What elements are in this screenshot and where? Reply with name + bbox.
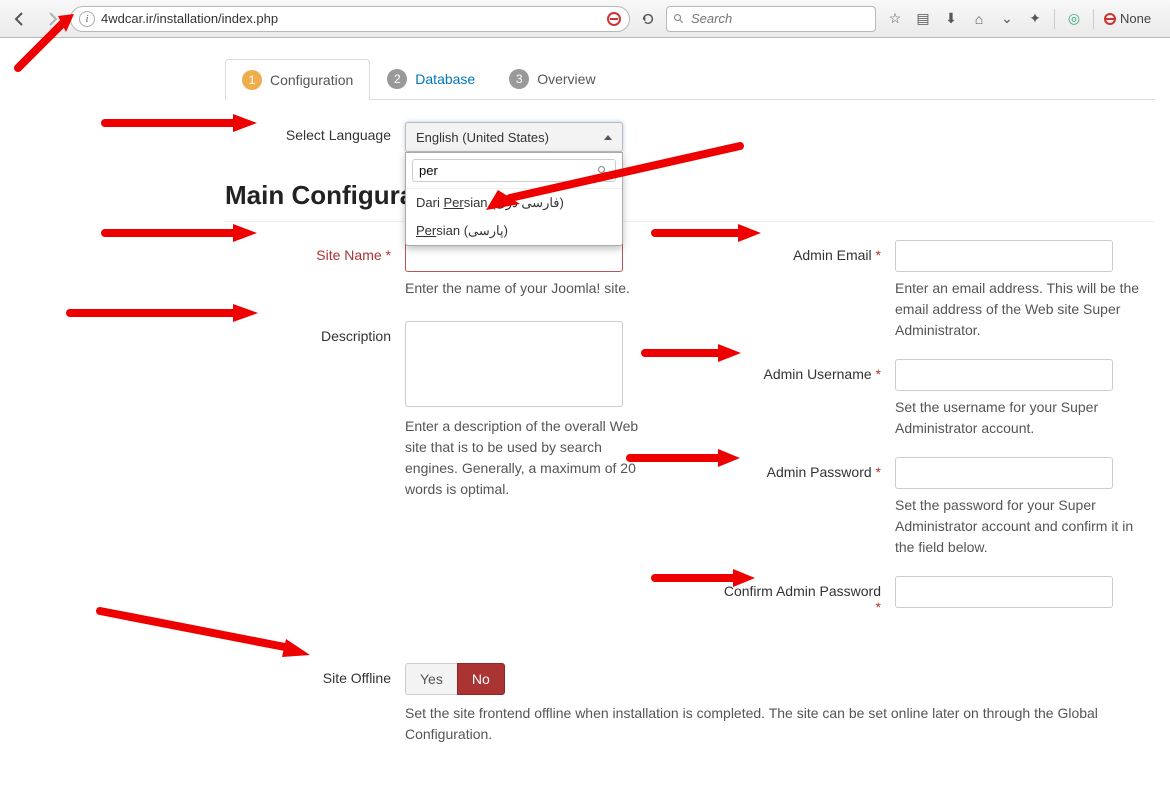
language-selected-value: English (United States) (416, 130, 549, 145)
site-offline-toggle: Yes No (405, 663, 1145, 695)
confirm-password-label: Confirm Admin Password * (715, 576, 895, 615)
language-select[interactable]: English (United States) (405, 122, 623, 152)
step-num-2: 2 (387, 69, 407, 89)
description-input[interactable] (405, 321, 623, 407)
step-label-1: Configuration (270, 72, 353, 88)
language-option-dari-persian[interactable]: Dari Persian (فارسی دری) (406, 189, 622, 217)
offline-no[interactable]: No (457, 663, 505, 695)
language-row: Select Language English (United States) … (225, 122, 1155, 152)
language-search-input[interactable] (419, 163, 597, 178)
home-icon[interactable]: ⌂ (970, 10, 988, 28)
stop-icon[interactable] (607, 12, 621, 26)
site-offline-row: Site Offline Yes No Set the site fronten… (225, 663, 1155, 745)
page-content: 1 Configuration 2 Database 3 Overview Se… (0, 38, 1170, 785)
admin-password-help: Set the password for your Super Administ… (895, 495, 1155, 558)
url-input[interactable] (101, 11, 601, 26)
language-search-box[interactable] (412, 159, 616, 182)
install-steps: 1 Configuration 2 Database 3 Overview (225, 58, 1155, 100)
page-title: Main Configuration (225, 180, 1155, 211)
admin-username-help: Set the username for your Super Administ… (895, 397, 1155, 439)
admin-password-input[interactable] (895, 457, 1113, 489)
back-button[interactable] (6, 5, 34, 33)
forbidden-icon (1104, 13, 1116, 25)
admin-email-help: Enter an email address. This will be the… (895, 278, 1155, 341)
language-option-persian[interactable]: Persian (پارسی) (406, 217, 622, 245)
description-label: Description (225, 321, 405, 344)
browser-search-input[interactable] (691, 11, 869, 26)
select-language-label: Select Language (225, 122, 405, 143)
noscript-label: None (1120, 11, 1151, 26)
step-overview[interactable]: 3 Overview (492, 58, 612, 99)
description-help: Enter a description of the overall Web s… (405, 416, 645, 500)
site-offline-label: Site Offline (225, 663, 405, 686)
forward-button[interactable] (38, 5, 66, 33)
search-icon (597, 165, 609, 177)
confirm-password-input[interactable] (895, 576, 1113, 608)
title-separator (225, 221, 1155, 222)
pocket-icon[interactable]: ⌄ (998, 10, 1016, 28)
site-name-help: Enter the name of your Joomla! site. (405, 278, 645, 299)
site-offline-help: Set the site frontend offline when insta… (405, 703, 1145, 745)
addon-icon[interactable]: ✦ (1026, 10, 1044, 28)
language-dropdown: Dari Persian (فارسی دری) Persian (پارسی) (405, 152, 623, 246)
reload-button[interactable] (634, 5, 662, 33)
separator (1054, 9, 1055, 29)
browser-toolbar: i ☆ ▤ ⬇ ⌂ ⌄ ✦ ◎ None (0, 0, 1170, 38)
step-num-3: 3 (509, 69, 529, 89)
step-database[interactable]: 2 Database (370, 58, 492, 99)
caret-up-icon (604, 135, 612, 140)
download-icon[interactable]: ⬇ (942, 10, 960, 28)
separator (1093, 9, 1094, 29)
library-icon[interactable]: ▤ (914, 10, 932, 28)
noscript-button[interactable]: None (1104, 11, 1151, 26)
step-label-2: Database (415, 71, 475, 87)
toolbar-icons: ☆ ▤ ⬇ ⌂ ⌄ ✦ ◎ None (886, 9, 1151, 29)
step-label-3: Overview (537, 71, 595, 87)
form-grid: Site Name * Enter the name of your Jooml… (225, 240, 1155, 623)
form-right-col: Admin Email * Enter an email address. Th… (715, 240, 1155, 623)
admin-username-label: Admin Username * (715, 359, 895, 382)
step-num-1: 1 (242, 70, 262, 90)
admin-email-label: Admin Email * (715, 240, 895, 263)
bookmark-star-icon[interactable]: ☆ (886, 10, 904, 28)
offline-yes[interactable]: Yes (405, 663, 458, 695)
admin-username-input[interactable] (895, 359, 1113, 391)
extension-icon[interactable]: ◎ (1065, 10, 1083, 28)
browser-search[interactable] (666, 6, 876, 32)
site-info-icon[interactable]: i (79, 11, 95, 27)
step-configuration[interactable]: 1 Configuration (225, 59, 370, 100)
address-bar[interactable]: i (70, 6, 630, 32)
language-search-wrap (406, 153, 622, 189)
admin-email-input[interactable] (895, 240, 1113, 272)
site-name-label: Site Name * (225, 240, 405, 263)
admin-password-label: Admin Password * (715, 457, 895, 480)
form-left-col: Site Name * Enter the name of your Jooml… (225, 240, 665, 623)
